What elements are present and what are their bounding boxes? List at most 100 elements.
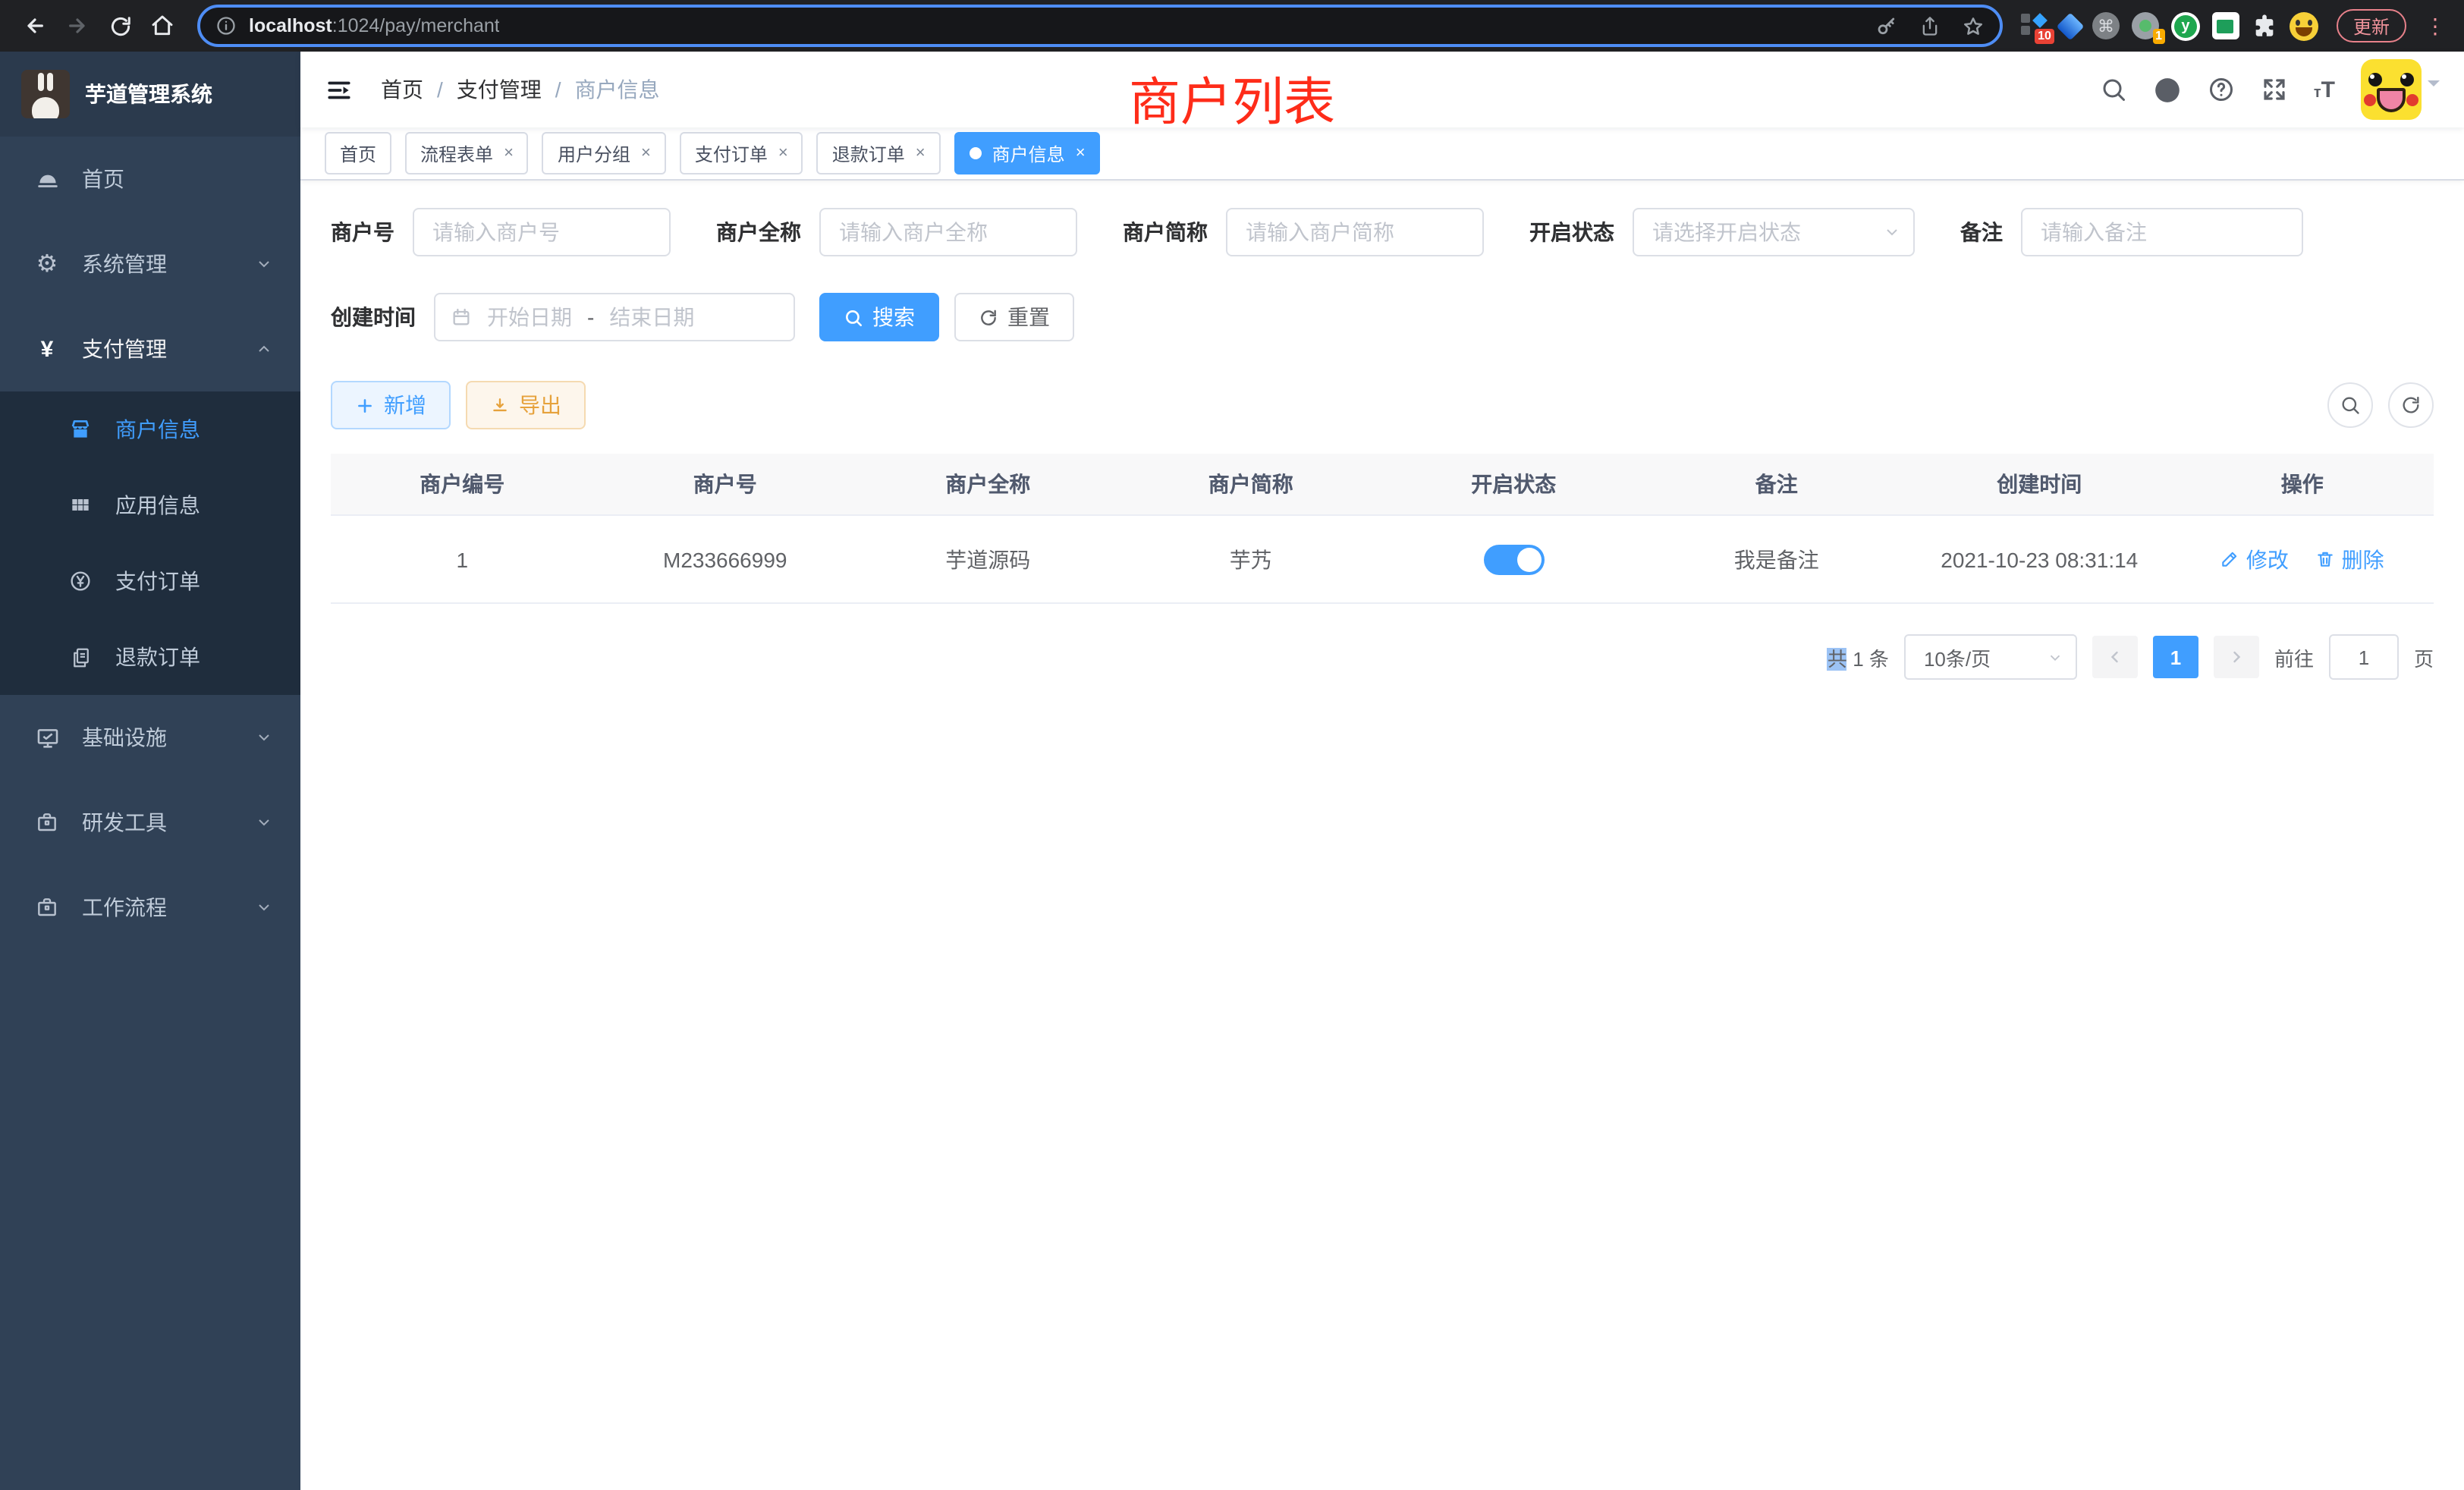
sidebar-item-workflow[interactable]: 工作流程: [0, 865, 300, 950]
edit-link[interactable]: 修改: [2220, 544, 2289, 574]
tags-view: 首页 流程表单× 用户分组× 支付订单× 退款订单× 商户信息×: [300, 127, 2464, 181]
next-page-button[interactable]: [2214, 636, 2259, 678]
y-extension-icon[interactable]: y: [2171, 11, 2200, 40]
create-time-label: 创建时间: [331, 302, 416, 332]
github-icon[interactable]: [2153, 75, 2182, 104]
dashboard-icon: [33, 166, 61, 192]
prev-page-button[interactable]: [2092, 636, 2138, 678]
remark-input[interactable]: [2021, 208, 2303, 256]
browser-home-button[interactable]: [143, 6, 182, 46]
sidebar-item-pay-order[interactable]: 支付订单: [0, 543, 300, 619]
col-status: 开启状态: [1382, 454, 1645, 515]
chevron-down-icon: [2047, 649, 2063, 665]
sidebar-item-dev-tools[interactable]: 研发工具: [0, 780, 300, 865]
table-row: 1 M233666999 芋道源码 芋艿 我是备注 2021-10-23 08:…: [331, 515, 2434, 603]
sidebar-item-label: 商户信息: [115, 414, 200, 445]
header-search-icon[interactable]: [2100, 76, 2127, 103]
tab-user-group[interactable]: 用户分组×: [542, 132, 666, 174]
sidebar-item-merchant-info[interactable]: 商户信息: [0, 391, 300, 467]
tab-merchant-info[interactable]: 商户信息×: [954, 132, 1101, 174]
logo-rabbit-image: [21, 70, 70, 118]
col-remark: 备注: [1645, 454, 1909, 515]
sidebar-item-home[interactable]: 首页: [0, 137, 300, 222]
sidebar-item-label: 应用信息: [115, 490, 200, 520]
delete-link[interactable]: 删除: [2316, 544, 2384, 574]
sidebar-item-system[interactable]: ⚙ 系统管理: [0, 222, 300, 306]
document-icon: [67, 646, 94, 668]
page-content: 商户号 商户全称 商户简称 开启状态: [300, 181, 2464, 1490]
recorder-extension-icon[interactable]: 1: [2132, 12, 2159, 39]
tab-home[interactable]: 首页: [325, 132, 391, 174]
sidebar-item-pay[interactable]: ¥ 支付管理: [0, 306, 300, 391]
goto-page-input[interactable]: [2329, 634, 2399, 680]
green-extension-icon[interactable]: [2212, 12, 2239, 39]
browser-forward-button[interactable]: [58, 6, 97, 46]
yen-circle-icon: [67, 569, 94, 593]
status-toggle[interactable]: [1483, 544, 1544, 574]
help-icon[interactable]: [2208, 76, 2235, 103]
user-avatar[interactable]: [2361, 59, 2422, 120]
sidebar-item-infra[interactable]: 基础设施: [0, 695, 300, 780]
font-size-icon[interactable]: тT: [2314, 77, 2335, 102]
browser-extensions: 10 ⌘ 1 y 更新 ⋮: [2021, 9, 2449, 42]
table-header-row: 商户编号 商户号 商户全称 商户简称 开启状态 备注 创建时间 操作: [331, 454, 2434, 515]
avatar-caret-icon[interactable]: [2428, 80, 2440, 93]
close-icon[interactable]: ×: [778, 145, 788, 162]
profile-avatar[interactable]: [2290, 11, 2318, 40]
browser-reload-button[interactable]: [100, 6, 140, 46]
kite-extension-icon[interactable]: [2060, 16, 2080, 36]
sidebar-item-label: 研发工具: [82, 807, 167, 838]
col-merchant-no: 商户号: [594, 454, 857, 515]
close-icon[interactable]: ×: [641, 145, 651, 162]
page-number-1[interactable]: 1: [2153, 636, 2198, 678]
command-extension-icon[interactable]: ⌘: [2092, 12, 2120, 39]
close-icon[interactable]: ×: [504, 145, 514, 162]
toggle-search-button[interactable]: [2327, 382, 2373, 428]
goto-suffix: 页: [2414, 643, 2434, 671]
share-icon[interactable]: [1919, 14, 1941, 37]
tab-process-form[interactable]: 流程表单×: [405, 132, 529, 174]
filter-row-1: 商户号 商户全称 商户简称 开启状态: [331, 208, 2434, 256]
tab-pay-order[interactable]: 支付订单×: [680, 132, 803, 174]
pagination-total: 共 1 条: [1828, 643, 1889, 671]
refresh-table-button[interactable]: [2388, 382, 2434, 428]
browser-menu-icon[interactable]: ⋮: [2425, 13, 2446, 39]
sidebar-item-app-info[interactable]: 应用信息: [0, 467, 300, 543]
browser-back-button[interactable]: [15, 6, 55, 46]
sidebar-logo[interactable]: 芋道管理系统: [0, 52, 300, 137]
short-name-input[interactable]: [1226, 208, 1484, 256]
status-select[interactable]: [1633, 208, 1915, 256]
sidebar-collapse-icon[interactable]: [325, 75, 354, 104]
download-icon: [490, 395, 510, 415]
browser-update-button[interactable]: 更新: [2337, 9, 2406, 42]
active-dot: [970, 147, 982, 159]
bookmark-star-icon[interactable]: [1962, 14, 1985, 37]
extensions-puzzle-icon[interactable]: [2252, 13, 2277, 39]
cell-remark: 我是备注: [1645, 515, 1909, 603]
address-bar[interactable]: localhost:1024/pay/merchant: [197, 5, 2003, 47]
add-button[interactable]: 新增: [331, 381, 451, 429]
page-size-select[interactable]: 10条/页: [1904, 634, 2077, 680]
breadcrumb-pay[interactable]: 支付管理: [457, 74, 542, 105]
password-key-icon[interactable]: [1875, 14, 1898, 37]
cell-actions: 修改 删除: [2171, 515, 2434, 603]
search-button[interactable]: 搜索: [819, 293, 939, 341]
goto-label: 前往: [2274, 643, 2314, 671]
date-range-picker[interactable]: 开始日期 - 结束日期: [434, 293, 795, 341]
close-icon[interactable]: ×: [916, 145, 926, 162]
reset-button[interactable]: 重置: [954, 293, 1074, 341]
tab-refund-order[interactable]: 退款订单×: [817, 132, 941, 174]
breadcrumb-home[interactable]: 首页: [381, 74, 423, 105]
breadcrumb-current: 商户信息: [575, 74, 660, 105]
full-name-input[interactable]: [819, 208, 1077, 256]
sidebar-item-refund-order[interactable]: 退款订单: [0, 619, 300, 695]
merchant-no-input[interactable]: [413, 208, 671, 256]
monitor-icon: [33, 725, 61, 750]
extension-grid-icon[interactable]: 10: [2021, 12, 2048, 39]
page-info-icon[interactable]: [215, 15, 237, 36]
sidebar-item-label: 支付订单: [115, 566, 200, 596]
close-icon[interactable]: ×: [1076, 145, 1086, 162]
export-button[interactable]: 导出: [466, 381, 586, 429]
fullscreen-icon[interactable]: [2261, 76, 2288, 103]
pagination: 共 1 条 10条/页 1 前往: [331, 634, 2434, 680]
